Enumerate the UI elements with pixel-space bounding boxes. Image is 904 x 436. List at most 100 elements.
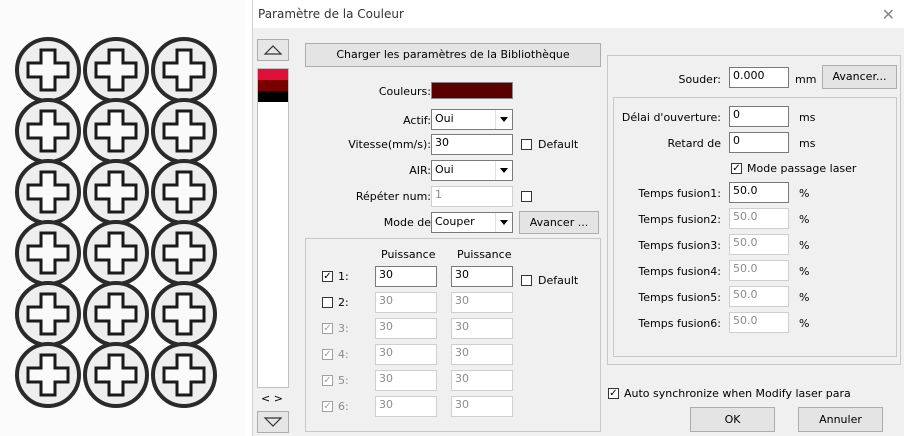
souder-advance-button[interactable]: Avancer... bbox=[822, 65, 897, 89]
color-swatch[interactable] bbox=[431, 82, 513, 99]
cut-disc bbox=[83, 98, 149, 164]
power-default-checkbox[interactable] bbox=[521, 275, 532, 286]
cut-disc bbox=[151, 220, 217, 286]
power-row-3-label: 3: bbox=[338, 322, 349, 335]
layer-color-2[interactable] bbox=[258, 80, 288, 91]
fusion-3-input[interactable]: 50.0 bbox=[729, 234, 789, 255]
power-row-6-checkbox[interactable]: ✓ bbox=[322, 401, 333, 412]
auto-sync-checkbox[interactable]: ✓ bbox=[608, 388, 619, 399]
mode-label: Mode de bbox=[383, 216, 431, 229]
ok-button[interactable]: OK bbox=[690, 407, 775, 432]
power-row-3-checkbox[interactable]: ✓ bbox=[322, 323, 333, 334]
mode-select[interactable]: Couper bbox=[431, 212, 513, 233]
cut-disc bbox=[83, 220, 149, 286]
power-row-1-max-input[interactable]: 30 bbox=[451, 266, 513, 287]
color-parameter-dialog: Paramètre de la Couleur ✕ < > Charger le… bbox=[252, 0, 904, 436]
chevron-down-icon bbox=[495, 110, 512, 129]
actif-select[interactable]: Oui bbox=[431, 109, 513, 130]
repeat-label: Répéter num: bbox=[355, 190, 431, 203]
cut-pieces-photo bbox=[0, 0, 245, 436]
delay-close-unit: ms bbox=[799, 137, 816, 150]
power-row-1-checkbox[interactable]: ✓ bbox=[322, 271, 333, 282]
speed-input[interactable]: 30 bbox=[431, 134, 513, 155]
speed-default-checkbox[interactable] bbox=[521, 139, 532, 150]
power-row-5-checkbox[interactable]: ✓ bbox=[322, 375, 333, 386]
triangle-up-icon bbox=[263, 45, 283, 55]
fusion-2-input[interactable]: 50.0 bbox=[729, 208, 789, 229]
repeat-input[interactable]: 1 bbox=[431, 186, 513, 207]
cut-disc bbox=[151, 281, 217, 347]
power-header-2: Puissance bbox=[457, 248, 512, 261]
title-bar: Paramètre de la Couleur ✕ bbox=[253, 0, 904, 28]
power-row-4-max-input[interactable]: 30 bbox=[451, 344, 513, 365]
fusion-5-unit: % bbox=[799, 291, 810, 304]
fusion-2-label: Temps fusion2: bbox=[638, 213, 721, 226]
layer-nav-arrows[interactable]: < > bbox=[261, 392, 283, 405]
fusion-1-unit: % bbox=[799, 187, 810, 200]
fusion-6-input[interactable]: 50.0 bbox=[729, 312, 789, 333]
cut-disc bbox=[15, 98, 81, 164]
scroll-up-button[interactable] bbox=[257, 39, 289, 61]
power-row-6-max-input[interactable]: 30 bbox=[451, 396, 513, 417]
fusion-6-label: Temps fusion6: bbox=[638, 317, 721, 330]
power-row-5-min-input[interactable]: 30 bbox=[375, 370, 437, 391]
power-row-4-label: 4: bbox=[338, 348, 349, 361]
power-row-2-label: 2: bbox=[338, 296, 349, 309]
cut-pieces-image bbox=[15, 37, 217, 408]
layer-list bbox=[257, 68, 289, 388]
power-row-2-min-input[interactable]: 30 bbox=[375, 292, 437, 313]
actif-label: Actif: bbox=[403, 114, 431, 127]
power-row-3-max-input[interactable]: 30 bbox=[451, 318, 513, 339]
fusion-5-input[interactable]: 50.0 bbox=[729, 286, 789, 307]
cut-disc bbox=[151, 342, 217, 408]
speed-default-label: Default bbox=[538, 138, 579, 151]
fusion-2-unit: % bbox=[799, 213, 810, 226]
load-library-button[interactable]: Charger les paramètres de la Bibliothèqu… bbox=[305, 43, 601, 67]
delay-close-label: Retard de bbox=[667, 137, 721, 150]
souder-unit: mm bbox=[795, 73, 817, 86]
power-row-2-checkbox[interactable] bbox=[322, 297, 333, 308]
fusion-5-label: Temps fusion5: bbox=[638, 291, 721, 304]
layer-color-3[interactable] bbox=[258, 91, 288, 102]
layer-color-1[interactable] bbox=[258, 69, 288, 80]
mode-advance-button[interactable]: Avancer ... bbox=[519, 211, 599, 234]
souder-input[interactable]: 0.000 bbox=[729, 67, 789, 88]
power-row-4-checkbox[interactable]: ✓ bbox=[322, 349, 333, 360]
power-row-3-min-input[interactable]: 30 bbox=[375, 318, 437, 339]
delay-open-label: Délai d'ouverture: bbox=[621, 111, 721, 124]
fusion-1-label: Temps fusion1: bbox=[638, 187, 721, 200]
power-row-5-label: 5: bbox=[338, 374, 349, 387]
cut-disc bbox=[15, 342, 81, 408]
cut-disc bbox=[151, 98, 217, 164]
delay-open-input[interactable]: 0 bbox=[729, 106, 789, 127]
delay-open-unit: ms bbox=[799, 111, 816, 124]
power-row-1-min-input[interactable]: 30 bbox=[375, 266, 437, 287]
delay-close-input[interactable]: 0 bbox=[729, 132, 789, 153]
air-value: Oui bbox=[435, 163, 454, 176]
cut-disc bbox=[15, 220, 81, 286]
repeat-checkbox[interactable] bbox=[521, 191, 532, 202]
chevron-down-icon bbox=[495, 213, 512, 232]
mode-value: Couper bbox=[435, 215, 475, 228]
pass-mode-checkbox[interactable]: ✓ bbox=[731, 163, 742, 174]
fusion-4-label: Temps fusion4: bbox=[638, 265, 721, 278]
cut-disc bbox=[83, 281, 149, 347]
actif-value: Oui bbox=[435, 112, 454, 125]
power-default-label: Default bbox=[538, 274, 579, 287]
pass-mode-label: Mode passage laser bbox=[747, 162, 857, 175]
air-select[interactable]: Oui bbox=[431, 160, 513, 181]
close-icon[interactable]: ✕ bbox=[882, 5, 895, 24]
fusion-4-input[interactable]: 50.0 bbox=[729, 260, 789, 281]
cut-disc bbox=[83, 342, 149, 408]
power-row-5-max-input[interactable]: 30 bbox=[451, 370, 513, 391]
power-row-6-min-input[interactable]: 30 bbox=[375, 396, 437, 417]
chevron-down-icon bbox=[495, 161, 512, 180]
triangle-down-icon bbox=[263, 417, 283, 427]
fusion-3-unit: % bbox=[799, 239, 810, 252]
scroll-down-button[interactable] bbox=[257, 411, 289, 433]
cancel-button[interactable]: Annuler bbox=[798, 407, 883, 432]
fusion-1-input[interactable]: 50.0 bbox=[729, 182, 789, 203]
cut-disc bbox=[15, 281, 81, 347]
power-row-4-min-input[interactable]: 30 bbox=[375, 344, 437, 365]
power-row-2-max-input[interactable]: 30 bbox=[451, 292, 513, 313]
